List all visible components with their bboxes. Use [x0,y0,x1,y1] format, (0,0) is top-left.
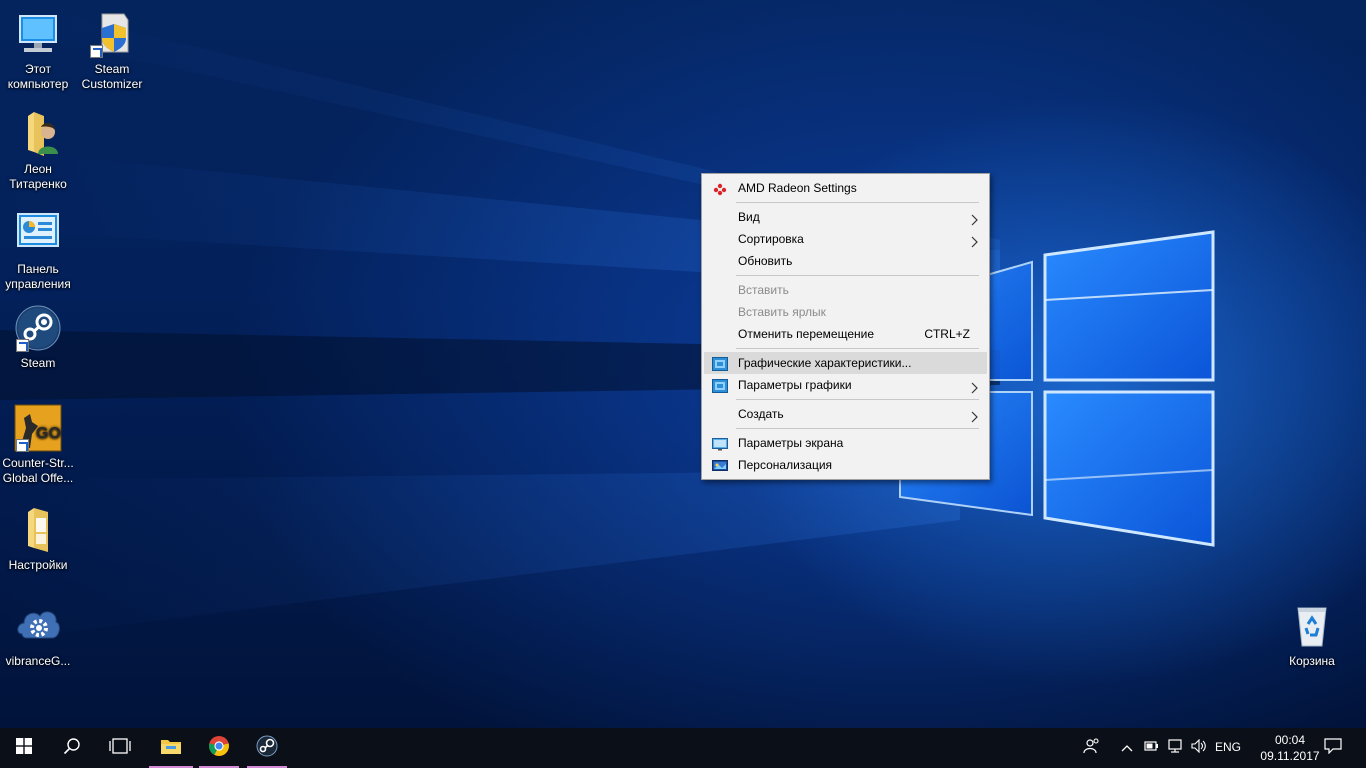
menu-separator [736,202,979,203]
desktop-icon-label: Настройки [8,558,68,572]
user-folder-icon [14,110,62,158]
menu-item-amd-radeon-settings[interactable]: AMD Radeon Settings [704,177,987,199]
csgo-icon: GO [14,404,62,452]
desktop-icon-settings-folder[interactable]: Настройки [0,506,76,573]
file-explorer-icon [160,737,182,760]
desktop-icon-vibrancegui[interactable]: vibranceG... [0,602,76,669]
chevron-right-icon [971,408,979,423]
search-button[interactable] [48,728,96,768]
menu-item-sort[interactable]: Сортировка [704,228,987,250]
power-tray-button[interactable] [1140,728,1162,768]
menu-item-personalization[interactable]: Персонализация [704,454,987,476]
desktop-icon-control-panel[interactable]: Панель управления [0,210,76,292]
desktop-icon-steam[interactable]: Steam [0,304,76,371]
menu-separator [736,399,979,400]
action-center-button[interactable] [1320,728,1346,768]
recycle-bin-icon [1288,602,1336,650]
search-icon [63,737,81,760]
show-hidden-icons-button[interactable] [1117,728,1137,768]
desktop-icon-label: Steam Customizer [81,62,143,91]
start-icon [16,737,32,759]
menu-item-paste-shortcut[interactable]: Вставить ярлык [704,301,987,323]
menu-item-view[interactable]: Вид [704,206,987,228]
menu-item-new[interactable]: Создать [704,403,987,425]
task-view-button[interactable] [96,728,144,768]
steam-icon [14,304,62,352]
shortcut-arrow-icon [16,439,29,452]
desktop-icon-label: Counter-Str... Global Offe... [2,456,74,485]
people-button[interactable] [1080,728,1104,768]
taskbar-file-explorer[interactable] [147,728,195,768]
clock-time: 00:04 [1274,733,1306,747]
desktop-icon-label: Этот компьютер [7,62,69,91]
menu-separator [736,275,979,276]
chevron-right-icon [971,233,979,248]
amd-radeon-icon [712,181,728,196]
desktop-icon-steam-customizer[interactable]: Steam Customizer [74,10,150,92]
desktop-icon-user-folder[interactable]: Леон Титаренко [0,110,76,192]
input-language-indicator[interactable]: ENG [1215,740,1241,754]
chevron-right-icon [971,211,979,226]
svg-text:GO: GO [36,425,61,442]
desktop-context-menu: AMD Radeon Settings Вид Сортировка Обнов… [701,173,990,480]
menu-item-refresh[interactable]: Обновить [704,250,987,272]
start-button[interactable] [0,728,48,768]
desktop-icon-label: Корзина [1289,654,1335,668]
clock-date: 09.11.2017 [1260,749,1320,763]
taskbar-steam[interactable] [245,728,289,768]
menu-item-display-settings[interactable]: Параметры экрана [704,432,987,454]
display-settings-icon [712,436,728,451]
steam-icon [256,735,278,762]
windows-logo-wallpaper [899,230,1215,547]
menu-item-graphics-properties[interactable]: Графические характеристики... [704,352,987,374]
people-icon [1083,737,1101,759]
chevron-up-icon [1121,739,1133,757]
this-pc-icon [14,10,62,58]
shortcut-arrow-icon [16,339,29,352]
desktop[interactable]: Этот компьютер Steam Customizer Леон Тит… [0,0,1366,728]
notifications-icon [1324,737,1342,759]
task-view-icon [109,737,131,759]
taskbar-chrome[interactable] [197,728,241,768]
taskbar: ENG 00:04 09.11.2017 [0,728,1366,768]
intel-graphics-icon [712,356,728,371]
shortcut-key-label: CTRL+Z [924,327,970,341]
desktop-icon-label: vibranceG... [5,654,71,668]
desktop-icon-label: Леон Титаренко [9,162,67,191]
menu-separator [736,348,979,349]
network-tray-button[interactable] [1164,728,1186,768]
desktop-icon-label: Steam [20,356,56,370]
menu-item-undo-move[interactable]: Отменить перемещение CTRL+Z [704,323,987,345]
volume-icon [1191,738,1207,758]
desktop-icon-label: Панель управления [5,262,71,291]
menu-item-graphics-options[interactable]: Параметры графики [704,374,987,396]
desktop-icon-recycle-bin[interactable]: Корзина [1274,602,1350,669]
menu-separator [736,428,979,429]
settings-folder-icon [14,506,62,554]
vibrancegui-icon [14,602,62,650]
clock[interactable]: 00:04 09.11.2017 [1260,732,1320,764]
network-icon [1167,738,1183,758]
desktop-icon-this-pc[interactable]: Этот компьютер [0,10,76,92]
steam-customizer-icon [88,10,136,58]
intel-graphics-icon [712,378,728,393]
personalization-icon [712,458,728,472]
shortcut-arrow-icon [90,45,103,58]
chevron-right-icon [971,379,979,394]
menu-item-paste[interactable]: Вставить [704,279,987,301]
desktop-icon-csgo[interactable]: GO Counter-Str... Global Offe... [0,404,76,486]
volume-tray-button[interactable] [1188,728,1210,768]
power-plug-icon [1143,739,1159,757]
chrome-icon [208,735,230,762]
control-panel-icon [14,210,62,258]
